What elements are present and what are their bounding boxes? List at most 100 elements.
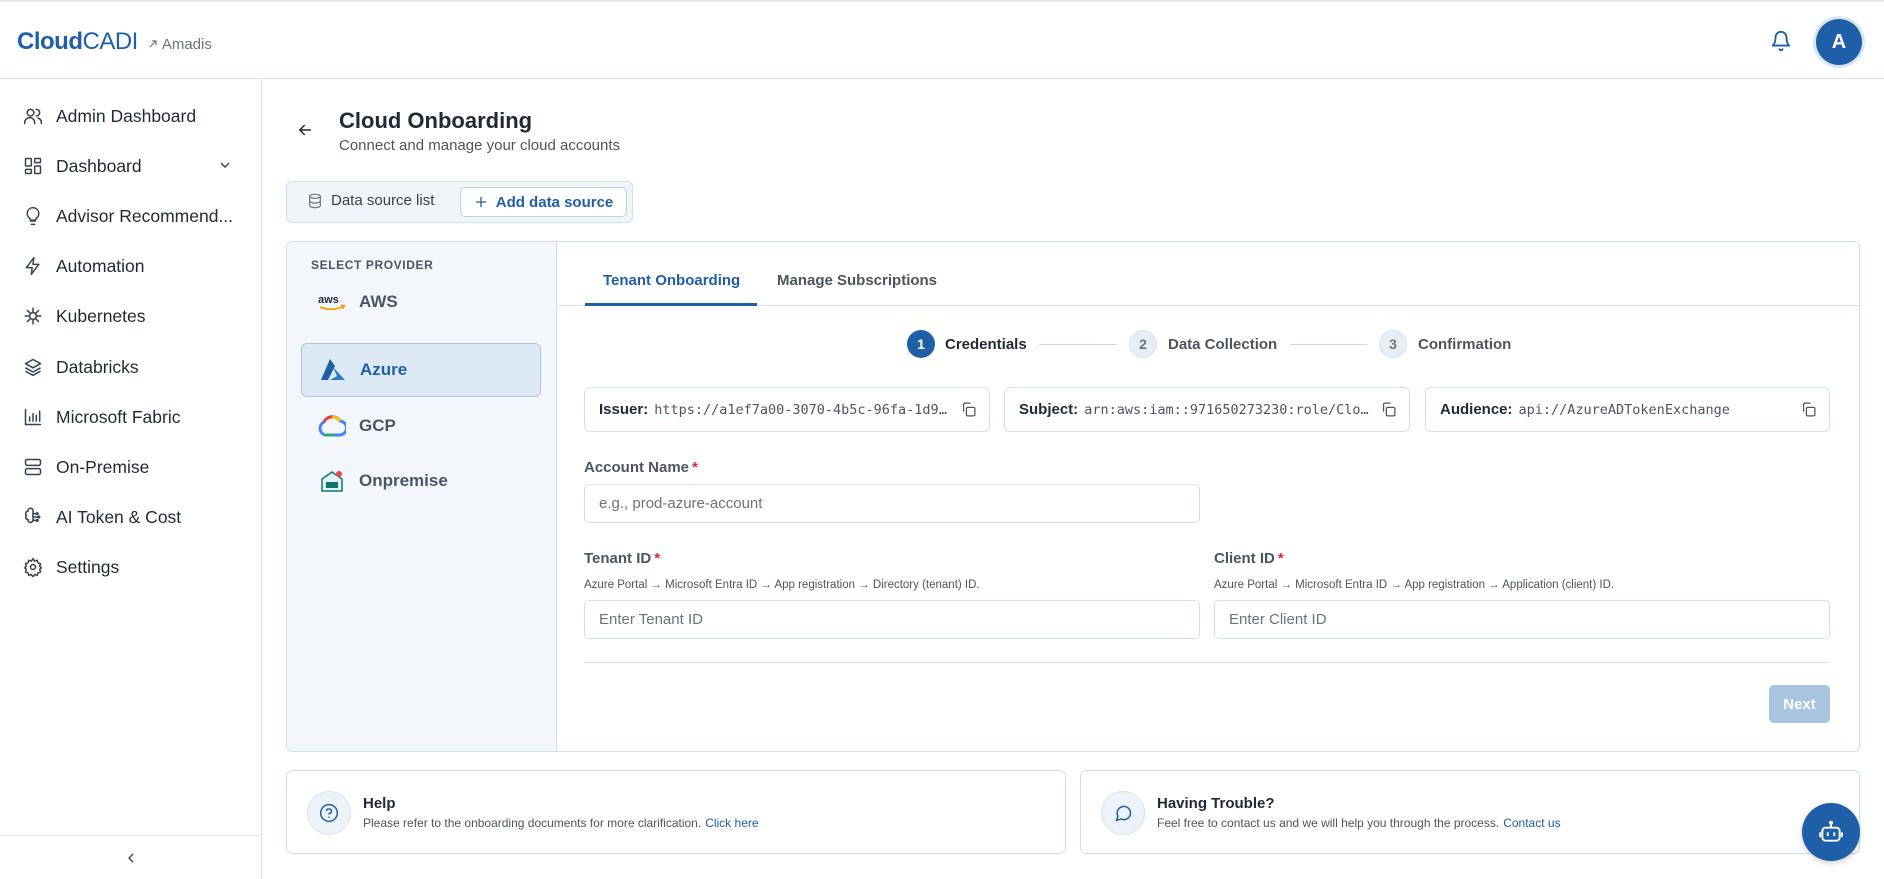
provider-heading: SELECT PROVIDER	[311, 258, 434, 272]
avatar[interactable]: A	[1816, 19, 1862, 65]
tenant-id-help: Azure Portal → Microsoft Entra ID → App …	[584, 579, 980, 591]
sidebar-item-ai-token-cost[interactable]: AI Token & Cost	[0, 495, 261, 539]
dashboard-icon	[22, 155, 44, 177]
chevron-down-icon[interactable]	[217, 157, 233, 173]
client-id-input[interactable]	[1214, 600, 1830, 639]
sidebar: Admin Dashboard Dashboard Advisor Recomm…	[0, 79, 262, 879]
help-title: Help	[363, 795, 396, 812]
account-name-input[interactable]	[584, 484, 1200, 523]
next-button[interactable]: Next	[1769, 685, 1830, 723]
help-link[interactable]: Click here	[705, 816, 758, 830]
sidebar-item-automation[interactable]: Automation	[0, 244, 261, 288]
step-number: 1	[907, 330, 935, 358]
users-icon	[22, 105, 44, 127]
account-name-label-text: Account Name	[584, 459, 690, 476]
brand-name-bold: Cloud	[17, 28, 83, 55]
required-mark: *	[692, 459, 698, 476]
step-number: 3	[1379, 330, 1407, 358]
sidebar-item-label: Automation	[56, 255, 145, 276]
sidebar-item-admin-dashboard[interactable]: Admin Dashboard	[0, 94, 261, 138]
step-label: Confirmation	[1418, 336, 1512, 353]
active-tab-indicator	[585, 303, 757, 306]
client-id-label: Client ID *	[1214, 550, 1284, 567]
robot-icon	[1818, 819, 1844, 845]
sidebar-item-label: Settings	[56, 556, 120, 577]
svg-text:aws: aws	[318, 294, 339, 306]
provider-label: Onpremise	[359, 471, 448, 490]
sidebar-item-databricks[interactable]: Databricks	[0, 345, 261, 389]
sidebar-collapse-button[interactable]	[0, 835, 261, 879]
audience-key: Audience:	[1440, 401, 1513, 418]
contact-link[interactable]: Contact us	[1503, 816, 1560, 830]
sidebar-item-label: Microsoft Fabric	[56, 406, 181, 427]
external-link-icon	[148, 39, 158, 49]
database-icon	[307, 193, 323, 209]
data-source-list-button[interactable]: Data source list	[307, 192, 434, 209]
page-title: Cloud Onboarding	[339, 108, 533, 133]
tenant-id-input[interactable]	[584, 600, 1200, 639]
copy-icon[interactable]	[1380, 401, 1397, 418]
issuer-box: Issuer: https://a1ef7a00-3070-4b5c-96fa-…	[584, 387, 990, 432]
add-data-source-label: Add data source	[495, 193, 614, 211]
help-description-text: Please refer to the onboarding documents…	[363, 816, 702, 830]
provider-aws[interactable]: aws AWS	[301, 275, 541, 329]
data-source-toggle: Data source list Add data source	[286, 181, 633, 223]
client-id-help: Azure Portal → Microsoft Entra ID → App …	[1214, 579, 1615, 591]
org-switcher[interactable]: Amadis	[148, 36, 212, 53]
provider-onpremise[interactable]: Onpremise	[301, 454, 541, 508]
sidebar-item-microsoft-fabric[interactable]: Microsoft Fabric	[0, 395, 261, 439]
tenant-id-label-text: Tenant ID	[584, 550, 652, 567]
azure-logo-icon	[318, 357, 348, 383]
onpremise-logo-icon	[317, 468, 347, 494]
chatbot-button[interactable]	[1802, 803, 1860, 861]
sidebar-item-settings[interactable]: Settings	[0, 545, 261, 589]
step-number: 2	[1129, 330, 1157, 358]
provider-gcp[interactable]: GCP	[301, 399, 541, 453]
tab-tenant-onboarding[interactable]: Tenant Onboarding	[603, 272, 740, 289]
help-description: Please refer to the onboarding documents…	[363, 816, 759, 830]
bar-chart-icon	[22, 406, 44, 428]
provider-label: AWS	[359, 292, 398, 311]
copy-icon[interactable]	[1800, 401, 1817, 418]
account-name-label: Account Name *	[584, 459, 698, 476]
org-name: Amadis	[161, 35, 212, 53]
onboarding-tabs	[558, 242, 1859, 306]
add-data-source-button[interactable]: Add data source	[460, 187, 627, 217]
lightning-icon	[22, 255, 44, 277]
issuer-key: Issuer:	[599, 401, 649, 418]
sidebar-item-on-premise[interactable]: On-Premise	[0, 445, 261, 489]
audience-box: Audience: api://AzureADTokenExchange	[1425, 387, 1830, 432]
step-label: Credentials	[945, 336, 1027, 353]
trouble-title: Having Trouble?	[1157, 795, 1275, 812]
provider-list: SELECT PROVIDER aws AWS Azure GCP Onprem…	[287, 242, 557, 751]
aws-logo-icon: aws	[317, 289, 347, 315]
provider-label: GCP	[359, 416, 396, 435]
sidebar-item-dashboard[interactable]: Dashboard	[0, 144, 261, 188]
back-arrow-icon[interactable]	[293, 118, 317, 142]
bell-icon[interactable]	[1768, 28, 1794, 54]
plus-icon	[474, 195, 488, 209]
sidebar-item-label: Dashboard	[56, 155, 142, 176]
sidebar-item-label: AI Token & Cost	[56, 506, 182, 527]
stepper: 1 Credentials 2 Data Collection 3 Confir…	[287, 330, 1859, 360]
tab-manage-subscriptions[interactable]: Manage Subscriptions	[777, 272, 937, 289]
brand-logo[interactable]: Cloud CADI Amadis	[17, 28, 212, 56]
layers-icon	[22, 356, 44, 378]
issuer-value: https://a1ef7a00-3070-4b5c-96fa-1d99...	[654, 401, 955, 418]
top-bar: Cloud CADI Amadis A	[0, 0, 1884, 79]
sidebar-item-advisor[interactable]: Advisor Recommend...	[0, 194, 261, 238]
page-subtitle: Connect and manage your cloud accounts	[339, 137, 621, 154]
step-connector	[1039, 344, 1117, 345]
server-icon	[22, 456, 44, 478]
brand-name-light: CADI	[82, 28, 138, 55]
form-divider	[584, 662, 1830, 663]
sidebar-item-label: Advisor Recommend...	[56, 205, 234, 226]
chevron-left-icon	[123, 850, 139, 866]
trouble-card: Having Trouble? Feel free to contact us …	[1080, 770, 1860, 854]
lightbulb-icon	[22, 205, 44, 227]
subject-value: arn:aws:iam::971650273230:role/Clou...	[1084, 401, 1375, 418]
provider-label: Azure	[360, 360, 408, 379]
copy-icon[interactable]	[960, 401, 977, 418]
sidebar-item-kubernetes[interactable]: Kubernetes	[0, 294, 261, 338]
onboarding-panel: SELECT PROVIDER aws AWS Azure GCP Onprem…	[286, 241, 1860, 752]
